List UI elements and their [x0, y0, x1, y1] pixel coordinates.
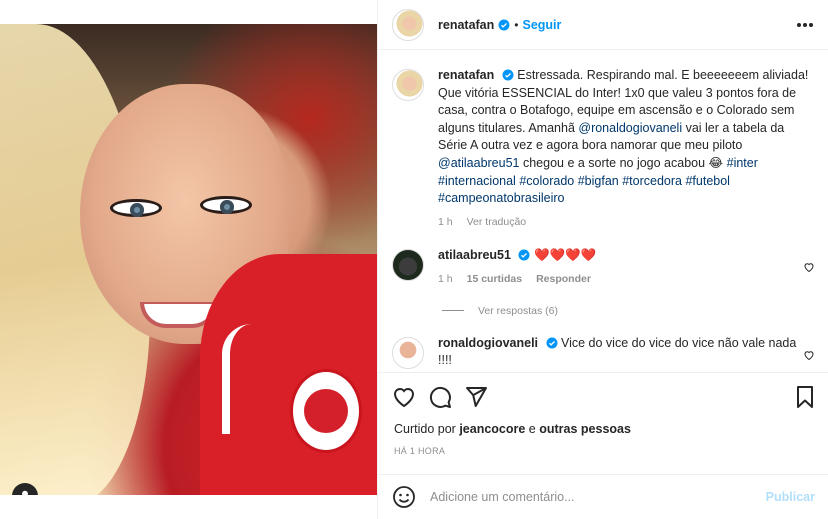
publish-button[interactable]: Publicar: [766, 490, 815, 504]
post-photo[interactable]: [0, 24, 377, 495]
view-replies-label: Ver respostas (6): [478, 304, 558, 317]
follow-button[interactable]: Seguir: [522, 18, 561, 32]
emoji-icon[interactable]: [392, 485, 416, 509]
share-paper-plane-icon[interactable]: [464, 385, 488, 409]
post-sidebar: renatafan • Seguir renatafan Estressada.…: [377, 0, 828, 519]
verified-badge-icon: [518, 249, 530, 261]
hashtag-link[interactable]: #internacional: [438, 174, 516, 188]
likes-prefix: Curtido por: [394, 422, 460, 436]
comment-bubble-icon[interactable]: [428, 385, 452, 409]
photo-eye-right: [200, 196, 252, 214]
commenter-avatar[interactable]: [392, 249, 424, 282]
caption-username[interactable]: renatafan: [438, 68, 494, 82]
caption-avatar[interactable]: [392, 69, 424, 101]
comments-list[interactable]: renatafan Estressada. Respirando mal. E …: [378, 55, 828, 372]
like-heart-icon[interactable]: [392, 385, 416, 409]
verified-badge-icon: [546, 337, 557, 349]
person-icon: [22, 490, 28, 495]
commenter-username[interactable]: ronaldogiovaneli: [438, 336, 538, 350]
translate-button[interactable]: Ver tradução: [467, 214, 527, 232]
likes-middle: e: [525, 422, 540, 436]
photo-eye-left: [110, 199, 162, 217]
likes-others-link[interactable]: outras pessoas: [539, 422, 631, 436]
likes-summary: Curtido por jeancocore e outras pessoas: [394, 422, 631, 436]
hashtag-link[interactable]: #futebol: [685, 174, 729, 188]
view-replies-button[interactable]: Ver respostas (6): [442, 305, 828, 317]
bookmark-icon[interactable]: [793, 385, 817, 409]
caption-mention[interactable]: @ronaldogiovaneli: [578, 121, 682, 135]
post-header: renatafan • Seguir: [378, 0, 828, 50]
commenter-username[interactable]: atilaabreu51: [438, 248, 511, 262]
reply-button[interactable]: Responder: [536, 271, 591, 289]
commenter-avatar[interactable]: [392, 336, 424, 369]
header-separator: •: [514, 17, 519, 32]
hashtag-link[interactable]: #bigfan: [578, 174, 619, 188]
comment-input[interactable]: Adicione um comentário...: [430, 490, 766, 504]
comment-composer: Adicione um comentário... Publicar: [378, 474, 828, 519]
post-modal: renatafan • Seguir renatafan Estressada.…: [0, 0, 828, 519]
caption-text-end: chegou e a sorte no jogo acabou 😂: [519, 155, 727, 170]
photo-collar: [222, 324, 262, 434]
heart-outline-icon[interactable]: [803, 349, 815, 361]
heart-outline-icon[interactable]: [803, 261, 815, 273]
hashtag-link[interactable]: #campeonatobrasileiro: [438, 191, 564, 205]
comment-row: ronaldogiovaneli Vice do vice do vice do…: [378, 317, 828, 372]
ellipsis-icon: [797, 22, 813, 27]
replies-divider: [442, 310, 464, 312]
more-options-button[interactable]: [796, 16, 814, 34]
post-timestamp[interactable]: HÁ 1 HORA: [394, 446, 445, 456]
comment-text: ❤️❤️❤️❤️: [533, 248, 597, 263]
author-avatar[interactable]: [392, 8, 424, 41]
comment-likes[interactable]: 15 curtidas: [467, 271, 522, 289]
comment-time[interactable]: 1 h: [438, 271, 453, 289]
hashtag-link[interactable]: #inter: [727, 156, 758, 170]
verified-badge-icon: [502, 69, 514, 81]
hashtag-link[interactable]: #colorado: [519, 174, 574, 188]
caption-row: renatafan Estressada. Respirando mal. E …: [378, 55, 828, 231]
action-bar: [378, 372, 828, 420]
photo-club-badge: [290, 369, 362, 453]
verified-badge-icon: [498, 19, 510, 30]
caption-mention[interactable]: @atilaabreu51: [438, 156, 520, 170]
liker-username[interactable]: jeancocore: [459, 422, 525, 436]
comment-row: atilaabreu51 ❤️❤️❤️❤️ 1 h 15 curtidas Re…: [378, 231, 828, 288]
hashtag-link[interactable]: #torcedora: [622, 174, 682, 188]
author-username[interactable]: renatafan: [438, 18, 494, 32]
caption-time[interactable]: 1 h: [438, 214, 453, 232]
